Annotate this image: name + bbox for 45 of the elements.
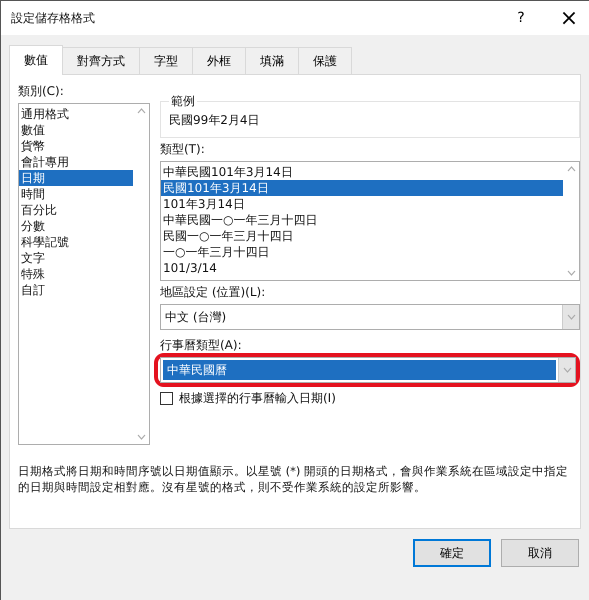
category-item[interactable]: 時間: [19, 186, 133, 202]
sample-value: 民國99年2月4日: [169, 113, 260, 127]
scroll-down-icon[interactable]: [566, 314, 576, 320]
type-item[interactable]: 101年3月14日: [161, 196, 563, 212]
scroll-down-icon[interactable]: [136, 434, 146, 440]
category-item[interactable]: 日期: [19, 170, 133, 186]
calendar-label: 行事曆類型(A):: [160, 337, 243, 354]
sample-label: 範例: [170, 93, 196, 110]
close-button[interactable]: ×: [549, 3, 589, 33]
type-list[interactable]: 中華民國101年3月14日 民國101年3月14日 101年3月14日 中華民國一○一年三月十四日 民國一○一年三月十四日 一○一年三月十四日 101/3/14: [160, 161, 580, 281]
window-title: 設定儲存格格式: [11, 10, 96, 26]
category-item[interactable]: 特殊: [19, 266, 133, 282]
category-item[interactable]: 通用格式: [19, 106, 133, 122]
checkbox[interactable]: [160, 392, 173, 405]
checkbox-label: 根據選擇的行事曆輸入日期(I): [179, 390, 336, 407]
ok-button[interactable]: 確定: [413, 539, 491, 567]
category-item[interactable]: 數值: [19, 122, 133, 138]
category-item[interactable]: 自訂: [19, 282, 133, 298]
category-item[interactable]: 分數: [19, 218, 133, 234]
category-item[interactable]: 文字: [19, 250, 133, 266]
type-item[interactable]: 101/3/14: [161, 260, 563, 276]
type-item[interactable]: 一○一年三月十四日: [161, 244, 563, 260]
cancel-button[interactable]: 取消: [501, 539, 579, 567]
scroll-down-icon[interactable]: [562, 367, 572, 373]
type-item[interactable]: 民國一○一年三月十四日: [161, 228, 563, 244]
tab[interactable]: 保護: [298, 47, 352, 75]
category-label: 類別(C):: [18, 83, 65, 100]
type-item[interactable]: 中華民國一○一年三月十四日: [161, 212, 563, 228]
locale-label: 地區設定 (位置)(L):: [160, 284, 266, 301]
locale-dropdown[interactable]: 中文 (台灣): [160, 304, 580, 330]
type-label: 類型(T):: [160, 141, 206, 158]
category-item[interactable]: 百分比: [19, 202, 133, 218]
type-item[interactable]: 中華民國101年3月14日: [161, 164, 563, 180]
scroll-up-icon[interactable]: [136, 108, 146, 114]
scroll-down-icon[interactable]: [566, 270, 576, 276]
description-text: 日期格式將日期和時間序號以日期值顯示。以星號 (*) 開頭的日期格式，會與作業系統在區域設定中指定的日期與時間設定相對應。沒有星號的格式，則不受作業系統的設定所影響。: [18, 463, 570, 495]
calendar-dropdown[interactable]: 中華民國曆: [160, 357, 576, 383]
help-button[interactable]: ?: [501, 3, 541, 33]
scroll-up-icon[interactable]: [566, 166, 576, 172]
tab[interactable]: 數值: [9, 45, 63, 75]
category-item[interactable]: 科學記號: [19, 234, 133, 250]
category-item[interactable]: 會計專用: [19, 154, 133, 170]
category-item[interactable]: 貨幣: [19, 138, 133, 154]
type-item[interactable]: 民國101年3月14日: [161, 180, 563, 196]
category-list[interactable]: 通用格式 數值 貨幣 會計專用 日期 時間 百分比 分數 科學記號 文字 特殊 自訂: [18, 103, 150, 445]
